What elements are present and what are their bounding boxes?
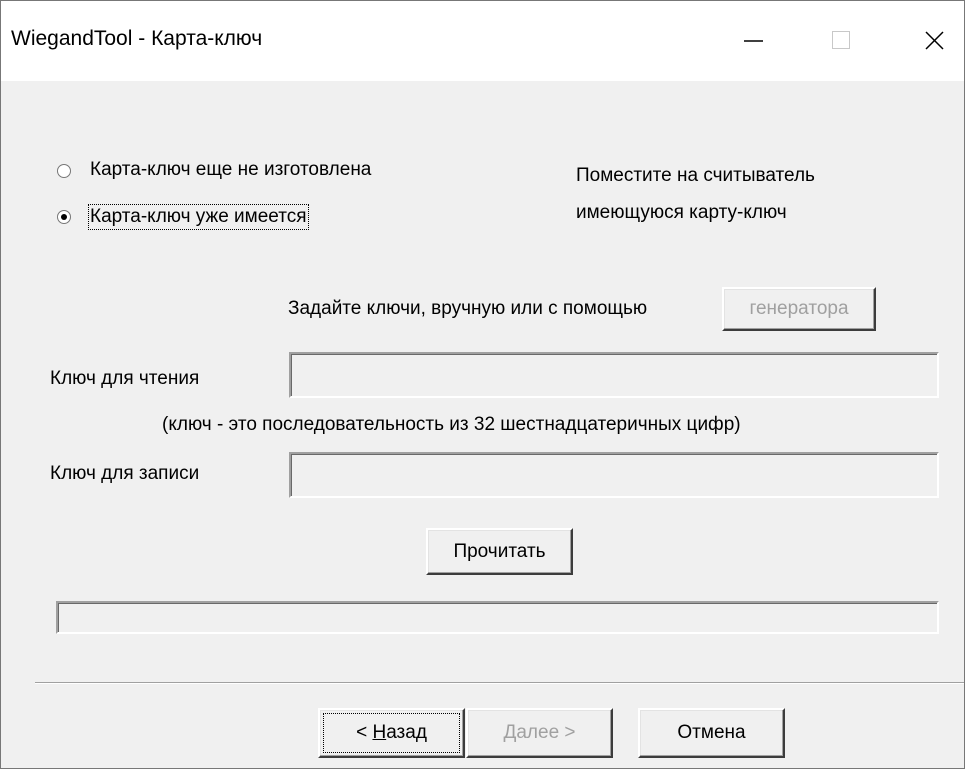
maximize-icon bbox=[832, 31, 850, 49]
cancel-button[interactable]: Отмена bbox=[638, 708, 785, 758]
read-key-label: Ключ для чтения bbox=[50, 368, 200, 389]
next-button-label: алее > bbox=[516, 722, 576, 743]
back-button-prefix: < bbox=[356, 722, 373, 743]
title-bar[interactable]: WiegandTool - Карта-ключ bbox=[1, 1, 964, 81]
radio-selected-dot bbox=[61, 214, 67, 220]
keys-hint: Задайте ключи, вручную или с помощью bbox=[288, 298, 648, 319]
radio-card-not-made-label[interactable]: Карта-ключ еще не изготовлена bbox=[90, 159, 371, 181]
radio-card-not-made[interactable] bbox=[57, 164, 71, 178]
maximize-button[interactable] bbox=[811, 1, 871, 81]
write-key-label: Ключ для записи bbox=[50, 463, 200, 484]
read-key-field[interactable] bbox=[289, 352, 939, 398]
instruction-line-1: Поместите на считыватель bbox=[576, 165, 815, 186]
write-key-field[interactable] bbox=[289, 452, 939, 498]
wizard-window: WiegandTool - Карта-ключ Карта-ключ еще … bbox=[0, 0, 965, 769]
back-button-label: азад bbox=[386, 722, 427, 743]
read-button[interactable]: Прочитать bbox=[426, 528, 573, 575]
minimize-icon bbox=[744, 40, 763, 42]
key-format-note: (ключ - это последовательность из 32 шес… bbox=[162, 414, 741, 435]
next-button-accelerator: Д bbox=[503, 722, 517, 743]
minimize-button[interactable] bbox=[723, 1, 783, 81]
instruction-line-2: имеющуюся карту-ключ bbox=[576, 202, 787, 223]
back-button-accelerator: Н bbox=[372, 722, 387, 743]
radio-card-already-have-label[interactable]: Карта-ключ уже имеется bbox=[88, 204, 309, 230]
radio-card-already-have[interactable] bbox=[57, 210, 71, 224]
close-icon bbox=[925, 31, 944, 50]
next-button[interactable]: Далее > bbox=[466, 708, 613, 758]
window-title: WiegandTool - Карта-ключ bbox=[11, 27, 263, 50]
close-button[interactable] bbox=[906, 1, 964, 81]
generator-button[interactable]: генератора bbox=[722, 287, 876, 331]
footer-separator bbox=[35, 682, 964, 684]
progress-bar bbox=[56, 601, 939, 634]
back-button[interactable]: < Назад bbox=[318, 708, 465, 758]
